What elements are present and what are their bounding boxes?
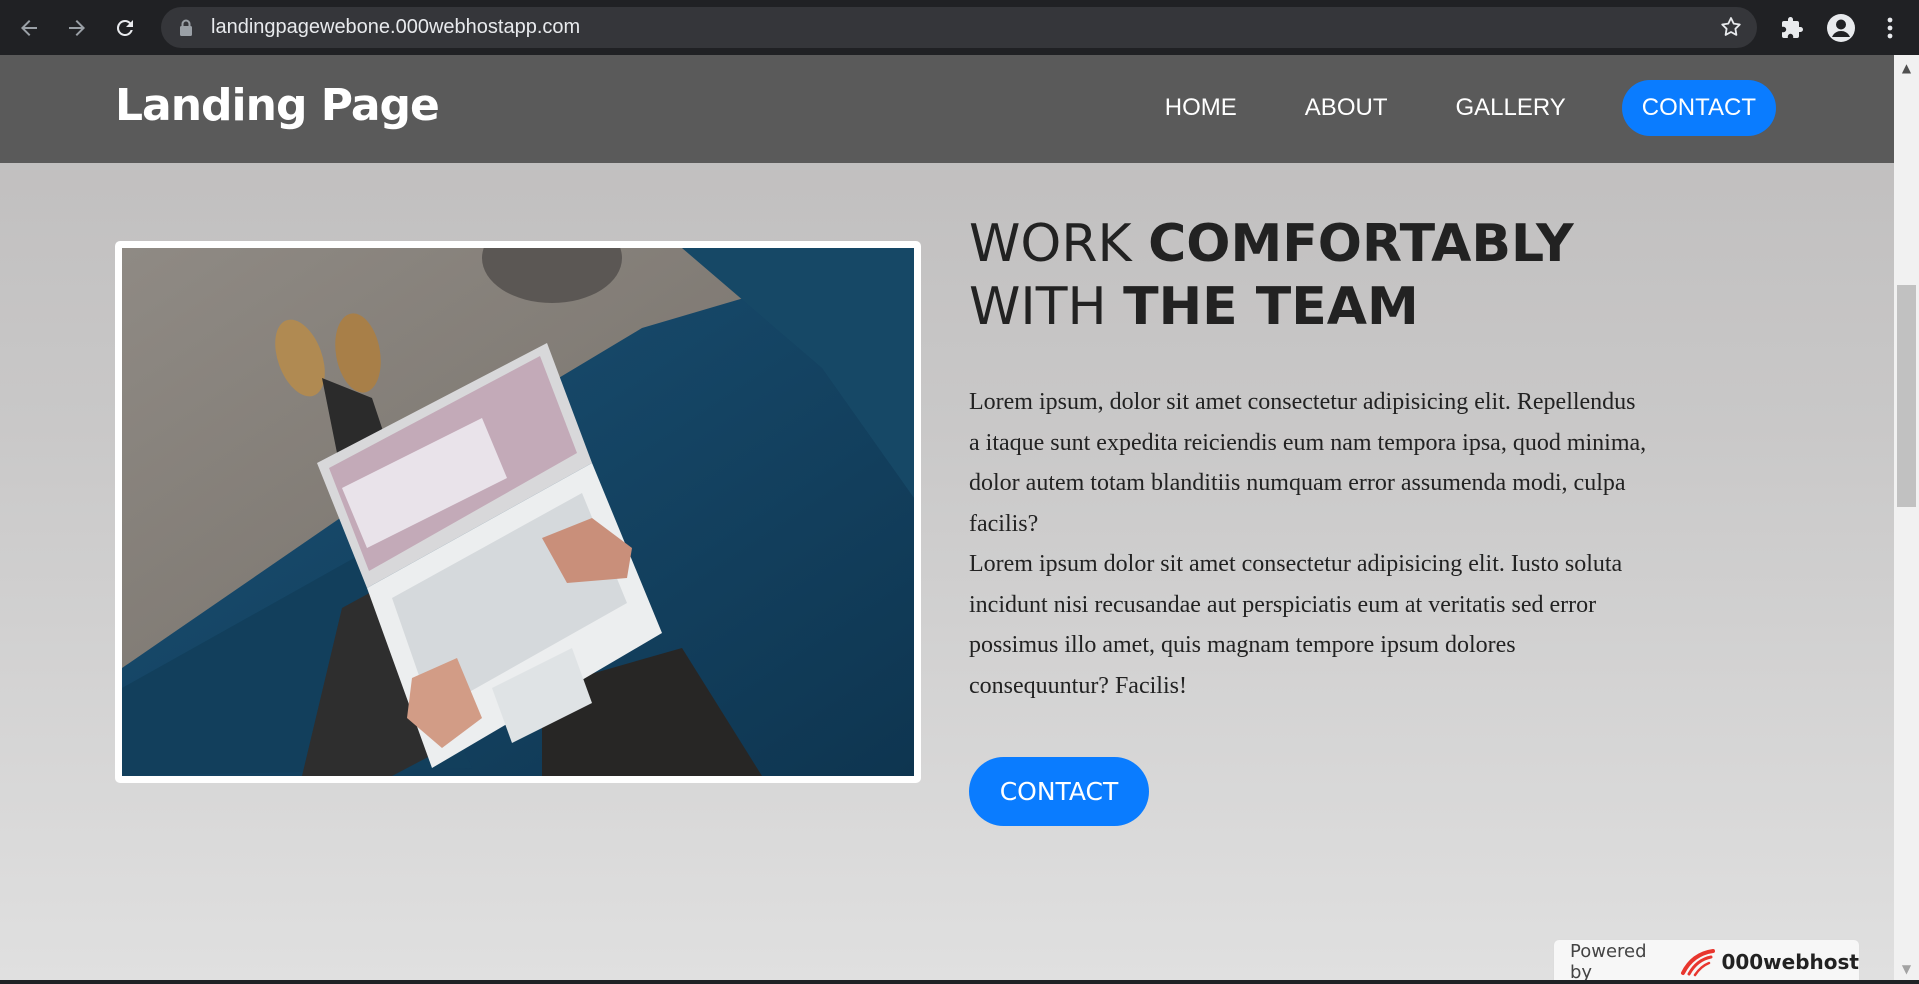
powered-by-badge[interactable]: Powered by 000webhost <box>1553 939 1860 982</box>
nav-contact-button[interactable]: CONTACT <box>1621 80 1776 136</box>
bookmark-star-icon[interactable] <box>1719 15 1743 39</box>
reload-button[interactable] <box>106 9 144 47</box>
site-header: Landing Page HOME ABOUT GALLERY CONTACT <box>0 55 1894 163</box>
profile-avatar-icon[interactable] <box>1821 8 1861 48</box>
site-logo[interactable]: Landing Page <box>115 80 440 131</box>
hero-headline: WORK COMFORTABLY WITH THE TEAM <box>969 213 1669 339</box>
browser-toolbar: landingpagewebone.000webhostapp.com <box>0 0 1919 55</box>
hero-image-frame <box>115 241 921 783</box>
menu-kebab-icon[interactable] <box>1870 8 1910 48</box>
powered-by-brand: 000webhost <box>1721 950 1859 974</box>
headline-bold-1: COMFORTABLY <box>1148 214 1574 274</box>
page-scrollbar[interactable] <box>1894 55 1919 982</box>
extensions-puzzle-icon[interactable] <box>1772 8 1812 48</box>
hero-paragraph-1: Lorem ipsum, dolor sit amet consectetur … <box>969 389 1647 537</box>
site-nav: HOME ABOUT GALLERY CONTACT <box>1097 80 1776 136</box>
scroll-up-arrow-icon[interactable]: ▲ <box>1894 57 1919 79</box>
nav-gallery-link[interactable]: GALLERY <box>1455 94 1565 122</box>
window-bottom-edge <box>0 980 1919 984</box>
back-button[interactable] <box>10 9 48 47</box>
hero-description: Lorem ipsum, dolor sit amet consectetur … <box>969 382 1649 706</box>
arrow-right-icon <box>69 19 85 36</box>
hero-contact-button[interactable]: CONTACT <box>969 757 1149 826</box>
laptop-on-couch-photo <box>122 248 914 776</box>
url-text: landingpagewebone.000webhostapp.com <box>211 16 581 38</box>
scroll-down-arrow-icon[interactable]: ▼ <box>1894 958 1919 980</box>
headline-light-1: WORK <box>969 214 1149 274</box>
nav-home-link[interactable]: HOME <box>1165 94 1237 122</box>
forward-button[interactable] <box>58 9 96 47</box>
arrow-left-icon <box>21 19 37 36</box>
reload-icon <box>116 19 133 36</box>
headline-bold-2: THE TEAM <box>1123 277 1419 337</box>
scrollbar-thumb[interactable] <box>1897 285 1916 507</box>
powered-by-label: Powered by <box>1570 941 1647 982</box>
hero-paragraph-2: Lorem ipsum dolor sit amet consectetur a… <box>969 551 1623 699</box>
lock-icon <box>179 18 195 38</box>
address-bar[interactable]: landingpagewebone.000webhostapp.com <box>161 7 1757 48</box>
000webhost-logo-icon <box>1679 947 1717 977</box>
headline-light-2: WITH <box>969 277 1124 337</box>
nav-about-link[interactable]: ABOUT <box>1305 94 1388 122</box>
page-viewport: Landing Page HOME ABOUT GALLERY CONTACT <box>0 55 1894 982</box>
